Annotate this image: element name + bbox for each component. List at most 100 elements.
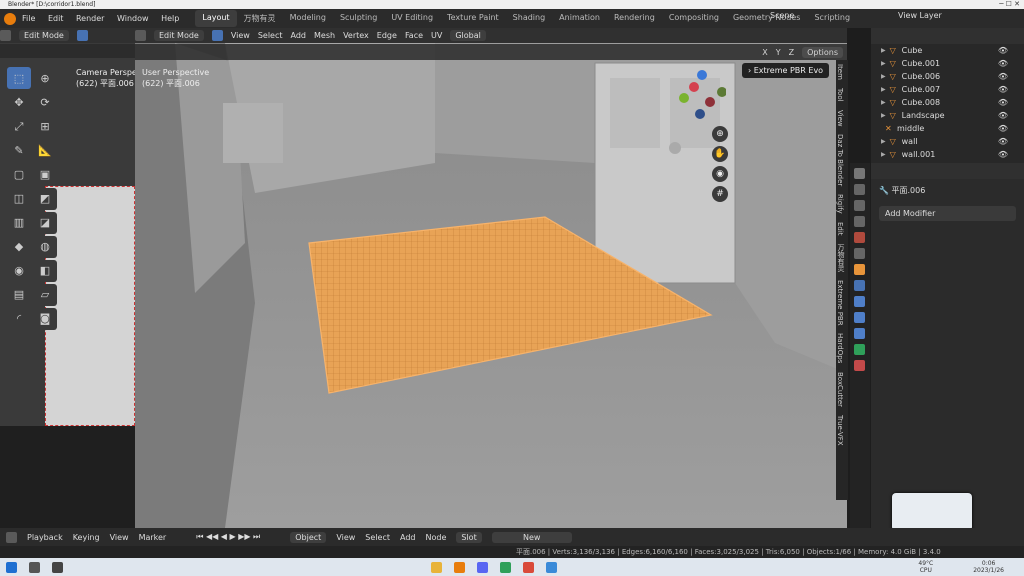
loop-cut-tool-icon[interactable]: ▥ <box>7 211 31 234</box>
outliner-item[interactable]: ▶ ▽ Cube.007 👁 <box>871 83 1024 96</box>
tab-shading[interactable]: Shading <box>506 10 553 27</box>
menu-help[interactable]: Help <box>161 14 179 23</box>
outliner-item[interactable]: ▶ ▽ Cube.001 👁 <box>871 57 1024 70</box>
tab-daz[interactable]: Daz To Blender <box>836 130 844 190</box>
tab-compositing[interactable]: Compositing <box>662 10 726 27</box>
node-menu-node[interactable]: Node <box>425 533 446 542</box>
eye-icon[interactable]: 👁 <box>998 98 1008 107</box>
outliner-item[interactable]: ▶ ▽ Cube.006 👁 <box>871 70 1024 83</box>
tab-animation[interactable]: Animation <box>552 10 607 27</box>
vp-menu-mesh[interactable]: Mesh <box>314 31 335 40</box>
main-viewport[interactable] <box>135 43 847 528</box>
new-material-button[interactable]: New <box>491 531 572 543</box>
ortho-grid-icon[interactable]: # <box>712 186 728 202</box>
outliner-item[interactable]: ▶ ▽ wall 👁 <box>871 135 1024 148</box>
tab-geometry-nodes[interactable]: Geometry Nodes <box>726 10 807 27</box>
vertex-select-icon[interactable] <box>76 30 88 41</box>
cursor-tool-icon[interactable]: ⊕ <box>33 67 57 89</box>
zoom-icon[interactable]: ⊕ <box>712 126 728 142</box>
playback-controls[interactable]: ⏮ ◀◀ ◀ ▶ ▶▶ ⏭ <box>196 532 260 542</box>
system-tray-overflow[interactable] <box>892 493 972 531</box>
eye-icon[interactable]: 👁 <box>998 150 1008 159</box>
eye-icon[interactable]: 👁 <box>998 72 1008 81</box>
material-props-icon[interactable] <box>854 360 865 371</box>
rip-tool-icon[interactable]: ◜ <box>7 307 31 330</box>
menu-timeline-view[interactable]: View <box>110 533 129 542</box>
modifier-props-icon[interactable] <box>854 280 865 291</box>
timeline-editor-icon[interactable] <box>6 531 17 543</box>
app-icon[interactable] <box>522 561 534 573</box>
measure-tool-icon[interactable]: 📐 <box>33 139 57 162</box>
bevel-tool-icon[interactable]: ◩ <box>33 187 57 210</box>
menu-file[interactable]: File <box>22 14 35 23</box>
view-layer-props-icon[interactable] <box>854 216 865 227</box>
window-controls[interactable]: ─ ☐ ✕ <box>999 0 1020 8</box>
shrink-tool-icon[interactable]: ▤ <box>7 283 31 306</box>
tab-hardops[interactable]: HardOps <box>836 329 844 367</box>
outliner-item[interactable]: ▶ ▽ Landscape 👁 <box>871 109 1024 122</box>
eye-icon[interactable]: 👁 <box>998 46 1008 55</box>
navigation-gizmo[interactable] <box>676 70 727 122</box>
extreme-pbr-panel-button[interactable]: › Extreme PBR Evo <box>742 63 830 78</box>
render-props-icon[interactable] <box>854 184 865 195</box>
eye-icon[interactable]: 👁 <box>998 137 1008 146</box>
node-object-dropdown[interactable]: Object <box>290 531 327 543</box>
outliner-item[interactable]: ▶ ▽ Cube 👁 <box>871 44 1024 57</box>
pan-hand-icon[interactable]: ✋ <box>712 146 728 162</box>
vp-menu-uv[interactable]: UV <box>431 31 442 40</box>
output-props-icon[interactable] <box>854 200 865 211</box>
editor-type-icon[interactable] <box>0 30 11 41</box>
particles-props-icon[interactable] <box>854 296 865 307</box>
vp-menu-face[interactable]: Face <box>405 31 423 40</box>
vp-menu-select[interactable]: Select <box>258 31 283 40</box>
tab-extreme-pbr[interactable]: Extreme PBR <box>836 276 844 330</box>
axis-y-toggle[interactable]: Y <box>776 48 781 57</box>
search-icon[interactable] <box>29 561 40 573</box>
view-layer-selector[interactable]: View Layer <box>898 11 942 20</box>
object-props-icon[interactable] <box>854 264 865 275</box>
tab-true-vfx[interactable]: True-VFX <box>836 411 844 450</box>
tab-uv-editing[interactable]: UV Editing <box>384 10 440 27</box>
extrude-tool-icon[interactable]: ▣ <box>33 163 57 186</box>
eye-icon[interactable]: 👁 <box>998 59 1008 68</box>
edge-slide-tool-icon[interactable]: ◧ <box>33 259 57 282</box>
vp-menu-vertex[interactable]: Vertex <box>343 31 369 40</box>
windows-start-icon[interactable] <box>6 561 17 573</box>
eye-icon[interactable]: 👁 <box>998 111 1008 120</box>
tab-scripting[interactable]: Scripting <box>807 10 857 27</box>
menu-render[interactable]: Render <box>76 14 104 23</box>
outliner-item[interactable]: ▶ ▽ wall.001 👁 <box>871 148 1024 161</box>
clock[interactable]: 0:06 2023/1/26 <box>973 560 1004 574</box>
add-modifier-button[interactable]: Add Modifier <box>879 206 1016 221</box>
discord-icon[interactable] <box>476 561 488 573</box>
shear-tool-icon[interactable]: ▱ <box>33 283 57 306</box>
left-mode-dropdown[interactable]: Edit Mode <box>19 30 69 41</box>
explorer-icon[interactable] <box>430 561 442 573</box>
tab-wanwu[interactable]: 万物有灵 <box>237 10 283 27</box>
tab-layout[interactable]: Layout <box>195 10 237 27</box>
camera-view-icon[interactable]: ◉ <box>712 166 728 182</box>
world-props-icon[interactable] <box>854 248 865 259</box>
blender-logo-icon[interactable] <box>4 12 16 25</box>
select-box-tool-icon[interactable]: ⬚ <box>7 67 31 89</box>
menu-playback[interactable]: Playback <box>27 533 63 542</box>
menu-keying[interactable]: Keying <box>73 533 100 542</box>
inset-tool-icon[interactable]: ◫ <box>7 187 31 210</box>
eye-icon[interactable]: 👁 <box>998 85 1008 94</box>
axis-x-toggle[interactable]: X <box>762 48 767 57</box>
outliner-item[interactable]: ▶ ▽ Cube.008 👁 <box>871 96 1024 109</box>
menu-edit[interactable]: Edit <box>48 14 64 23</box>
tab-rendering[interactable]: Rendering <box>607 10 662 27</box>
node-menu-select[interactable]: Select <box>365 533 390 542</box>
menu-marker[interactable]: Marker <box>139 533 167 542</box>
main-editor-type-icon[interactable] <box>135 30 146 41</box>
scene-selector[interactable]: Scene <box>770 11 794 20</box>
tab-wanwu-side[interactable]: 万物有灵 <box>836 240 846 276</box>
eye-icon[interactable]: 👁 <box>998 124 1008 133</box>
spin-tool-icon[interactable]: ◍ <box>33 235 57 258</box>
axis-z-toggle[interactable]: Z <box>789 48 794 57</box>
scene-props-icon[interactable] <box>854 232 865 243</box>
transform-orientation-dropdown[interactable]: Global <box>450 30 486 41</box>
tool-props-icon[interactable] <box>854 168 865 179</box>
annotate-tool-icon[interactable]: ✎ <box>7 139 31 162</box>
